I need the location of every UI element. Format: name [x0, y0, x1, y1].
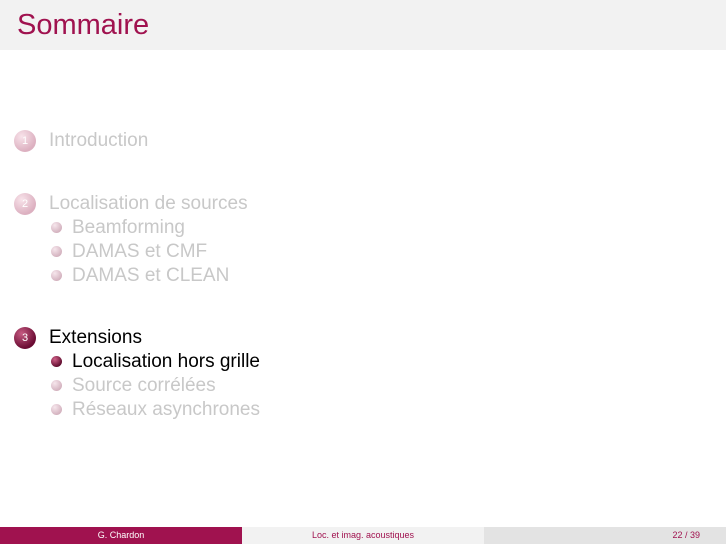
footer-bar: G. Chardon Loc. et imag. acoustiques 22 …	[0, 527, 726, 544]
section-link-introduction[interactable]: Introduction	[49, 130, 148, 152]
section-link-extensions[interactable]: Extensions	[49, 327, 142, 349]
section-number-badge: 3	[14, 327, 36, 349]
footer-author: G. Chardon	[0, 527, 242, 544]
footer-short-title: Loc. et imag. acoustiques	[242, 527, 484, 544]
bullet-icon	[51, 356, 62, 367]
bullet-icon	[51, 404, 62, 415]
subsection-link-source-correlees[interactable]: Source corrélées	[72, 375, 216, 397]
subsection-link-damas-cmf[interactable]: DAMAS et CMF	[72, 241, 207, 263]
subsection-link-reseaux-asynchrones[interactable]: Réseaux asynchrones	[72, 399, 260, 421]
section-number-badge: 2	[14, 193, 36, 215]
footer-page-number: 22 / 39	[672, 530, 700, 540]
footer-page-cell: 22 / 39	[484, 527, 726, 544]
bullet-icon	[51, 246, 62, 257]
bullet-icon	[51, 222, 62, 233]
subsection-link-localisation-hors-grille[interactable]: Localisation hors grille	[72, 351, 260, 373]
section-link-localisation[interactable]: Localisation de sources	[49, 193, 248, 215]
subsection-link-beamforming[interactable]: Beamforming	[72, 217, 185, 239]
subsection-link-damas-clean[interactable]: DAMAS et CLEAN	[72, 265, 229, 287]
bullet-icon	[51, 380, 62, 391]
section-number-badge: 1	[14, 130, 36, 152]
bullet-icon	[51, 270, 62, 281]
table-of-contents: 1 Introduction 2 Localisation de sources…	[0, 0, 726, 520]
